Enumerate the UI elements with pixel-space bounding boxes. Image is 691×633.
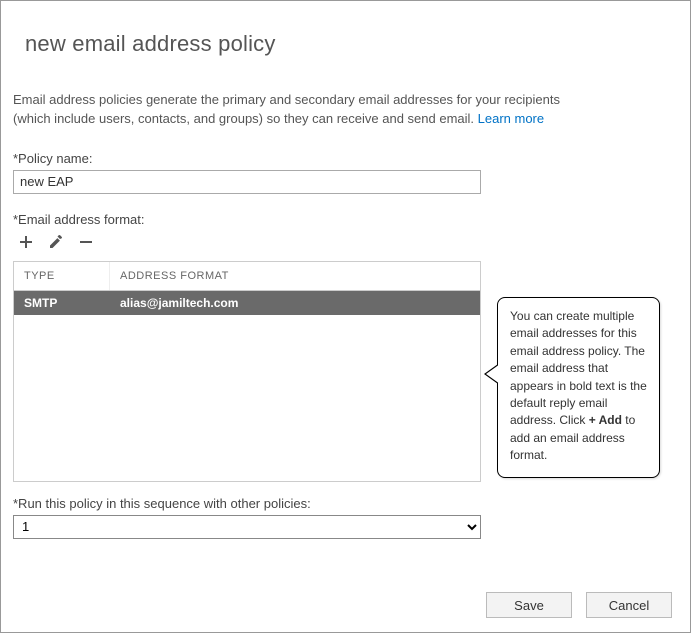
policy-name-label: *Policy name: [13,151,674,166]
table-header: TYPE ADDRESS FORMAT [14,262,480,291]
col-header-format: ADDRESS FORMAT [110,262,480,290]
cell-type: SMTP [14,291,110,315]
cell-format: alias@jamiltech.com [110,291,480,315]
page-title: new email address policy [25,31,674,57]
tooltip-text-1: You can create multiple email addresses … [510,309,647,427]
plus-icon[interactable] [17,233,35,251]
scroll-area[interactable]: new email address policy Email address p… [1,1,690,582]
minus-icon[interactable] [77,233,95,251]
cancel-button[interactable]: Cancel [586,592,672,618]
sequence-select[interactable]: 1 [13,515,481,539]
help-tooltip: You can create multiple email addresses … [497,297,660,478]
intro-text: Email address policies generate the prim… [13,91,573,129]
table-row[interactable]: SMTP alias@jamiltech.com [14,291,480,315]
col-header-type: TYPE [14,262,110,290]
save-button[interactable]: Save [486,592,572,618]
format-toolbar [17,233,674,251]
policy-name-input[interactable] [13,170,481,194]
tooltip-plus-add: + Add [589,413,622,427]
email-format-table: TYPE ADDRESS FORMAT SMTP alias@jamiltech… [13,261,481,482]
pencil-icon[interactable] [47,233,65,251]
footer: Save Cancel [1,582,690,632]
email-format-label: *Email address format: [13,212,674,227]
learn-more-link[interactable]: Learn more [478,111,544,126]
sequence-label: *Run this policy in this sequence with o… [13,496,674,511]
